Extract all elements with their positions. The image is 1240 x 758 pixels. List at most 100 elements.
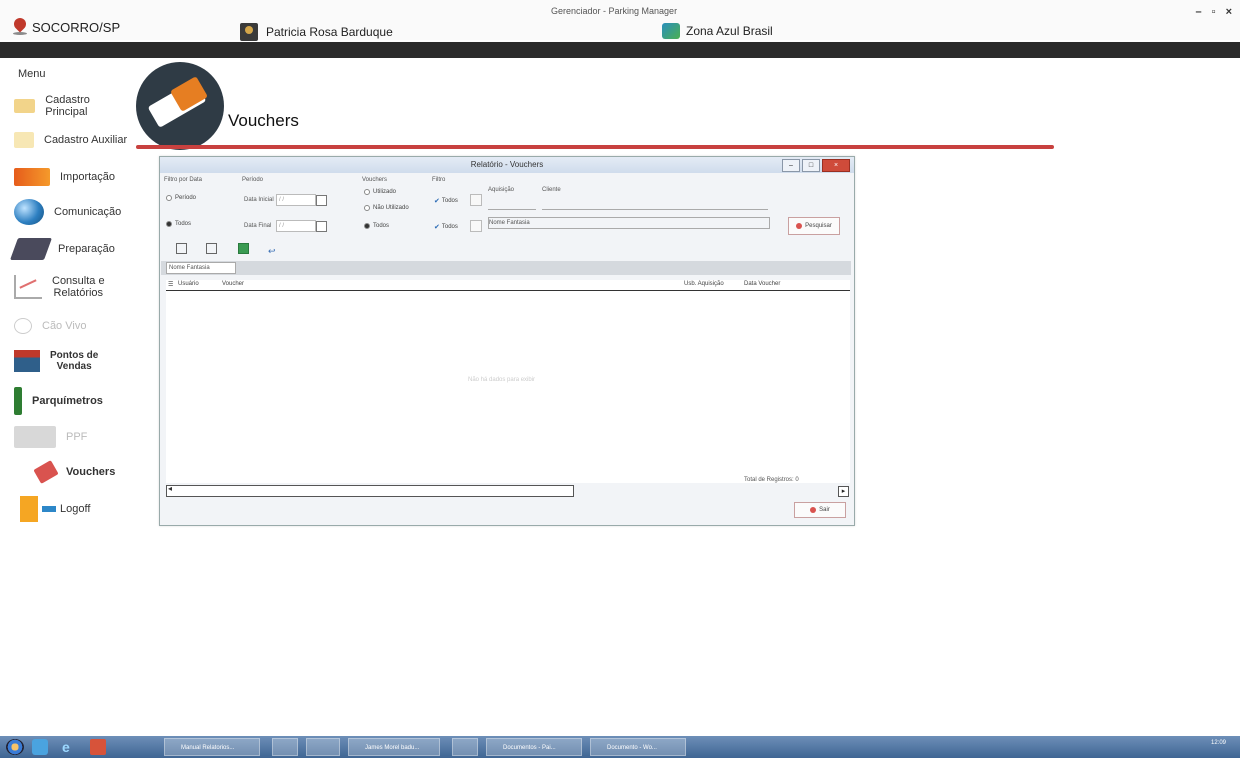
- cliente-label: Cliente: [542, 187, 561, 193]
- total-records: Total de Registros: 0: [744, 477, 799, 483]
- radio-todos-vouchers[interactable]: Todos: [364, 223, 389, 229]
- start-button[interactable]: [6, 739, 24, 755]
- radio-nao-utilizado[interactable]: Não Utilizado: [364, 205, 409, 211]
- taskbar-task[interactable]: Documento - Wo...: [590, 738, 686, 756]
- location-indicator: SOCORRO/SP: [12, 18, 120, 36]
- sidebar-item-cadastro-auxiliar[interactable]: Cadastro Auxiliar: [14, 132, 127, 148]
- sidebar-item-label: Cadastro Auxiliar: [44, 134, 128, 146]
- horizontal-scrollbar[interactable]: [166, 484, 574, 497]
- app-icon[interactable]: [90, 739, 106, 755]
- user-name: Patricia Rosa Barduque: [266, 25, 393, 39]
- filter-label: Filtro: [432, 177, 446, 183]
- search-icon: [796, 223, 803, 229]
- start-date-label: Data Inicial: [244, 197, 274, 203]
- sidebar-item-label: Importação: [60, 171, 116, 183]
- sidebar-item-importacao[interactable]: Importação: [14, 168, 115, 186]
- folder-icon: [14, 99, 36, 113]
- sidebar-item-parquimetros[interactable]: Parquímetros: [14, 387, 103, 415]
- user-indicator: Patricia Rosa Barduque: [240, 23, 393, 41]
- aquisicao-field[interactable]: [488, 199, 536, 210]
- print-icon[interactable]: [176, 243, 187, 254]
- browser-icon[interactable]: e: [62, 739, 76, 755]
- sair-button[interactable]: Sair: [794, 502, 846, 518]
- scroll-right-icon[interactable]: ▸: [838, 486, 849, 497]
- company-indicator: Zona Azul Brasil: [662, 23, 773, 39]
- pesquisar-label: Pesquisar: [805, 223, 832, 229]
- chart-icon: [14, 275, 42, 299]
- column-voucher[interactable]: Voucher: [222, 281, 244, 287]
- sidebar-menu: Menu Cadastro Principal Cadastro Auxilia…: [0, 60, 132, 540]
- taskbar-task[interactable]: Documentos - Pai...: [486, 738, 582, 756]
- excel-export-icon[interactable]: [238, 243, 249, 254]
- column-usb-aquisicao[interactable]: Usb. Aquisição: [684, 281, 724, 287]
- book-icon: [9, 238, 53, 260]
- folder-icon: [14, 132, 34, 148]
- location-label: SOCORRO/SP: [32, 19, 121, 35]
- map-pin-icon: [12, 18, 28, 36]
- radio-utilizado[interactable]: Utilizado: [364, 189, 396, 195]
- end-date-label: Data Final: [244, 223, 272, 229]
- start-calendar-icon[interactable]: [316, 195, 327, 206]
- column-data-voucher[interactable]: Data Voucher: [744, 281, 780, 287]
- sidebar-item-pontos-de-vendas[interactable]: Pontos de Vendas: [14, 350, 98, 372]
- eye-icon: [14, 318, 32, 334]
- page-title: Vouchers: [228, 111, 299, 130]
- sidebar-item-comunicacao[interactable]: Comunicação: [14, 199, 121, 225]
- pesquisar-button[interactable]: Pesquisar: [788, 217, 840, 235]
- dialog-close-button[interactable]: ×: [822, 159, 850, 172]
- checkbox-todos-cliente[interactable]: Todos: [434, 223, 458, 231]
- dialog-window-controls: – □ ×: [782, 159, 850, 172]
- maximize-button[interactable]: ▫: [1212, 6, 1216, 18]
- nome-fantasia-field[interactable]: Nome Fantasia: [488, 217, 770, 229]
- sidebar-item-label: Pontos de Vendas: [50, 350, 99, 372]
- dialog-titlebar: Relatório - Vouchers – □ ×: [160, 157, 854, 173]
- end-date-input[interactable]: / /: [276, 220, 316, 232]
- sidebar-item-cadastro-principal[interactable]: Cadastro Principal: [14, 94, 132, 118]
- grid-body: [166, 291, 850, 483]
- filter-cliente-button[interactable]: [470, 220, 482, 232]
- vouchers-label: Vouchers: [362, 177, 388, 183]
- grid-search-input[interactable]: Nome Fantasia: [166, 262, 236, 274]
- sidebar-item-ppf[interactable]: PPF: [14, 426, 87, 448]
- radio-periodo[interactable]: Período: [166, 195, 196, 201]
- sidebar-item-logoff[interactable]: Logoff: [20, 496, 90, 522]
- user-icon: [240, 23, 258, 41]
- checkbox-todos-aquisicao[interactable]: Todos: [434, 197, 458, 205]
- grid-header: ☰ Usuário Voucher Usb. Aquisição Data Vo…: [166, 280, 850, 291]
- taskbar-task[interactable]: James Morel badu...: [348, 738, 440, 756]
- period-label: Período: [242, 177, 264, 183]
- report-icon[interactable]: [206, 243, 217, 254]
- cliente-field[interactable]: [542, 199, 768, 210]
- logoff-icon: [20, 496, 56, 522]
- sidebar-item-label: Logoff: [60, 503, 91, 515]
- ticket-icon: [33, 460, 59, 484]
- taskbar-task[interactable]: [272, 738, 298, 756]
- filter-aquisicao-button[interactable]: [470, 194, 482, 206]
- sidebar-item-vouchers[interactable]: Vouchers: [33, 460, 115, 484]
- title-divider: [136, 145, 1054, 149]
- sidebar-item-cao-vivo[interactable]: Cão Vivo: [14, 318, 86, 334]
- minimize-button[interactable]: –: [1196, 6, 1202, 18]
- taskbar-clock[interactable]: 12:09: [1211, 740, 1226, 747]
- sidebar-item-preparacao[interactable]: Preparação: [9, 238, 115, 260]
- sidebar-item-consulta-relatorios[interactable]: Consulta e Relatórios: [14, 275, 105, 299]
- taskbar-task[interactable]: Manual Relatorios...: [164, 738, 260, 756]
- close-button[interactable]: ×: [1226, 6, 1232, 18]
- end-calendar-icon[interactable]: [316, 221, 327, 232]
- taskbar-task[interactable]: [452, 738, 478, 756]
- app-icon[interactable]: [32, 739, 48, 755]
- taskbar-task[interactable]: [306, 738, 340, 756]
- radio-todos-data[interactable]: Todos: [166, 221, 191, 227]
- empty-message: Não há dados para exibir: [468, 377, 536, 383]
- start-date-input[interactable]: / /: [276, 194, 316, 206]
- aquisicao-label: Aquisição: [488, 187, 515, 193]
- menu-title: Menu: [18, 68, 46, 80]
- sidebar-item-label: Comunicação: [54, 206, 122, 218]
- column-usuario[interactable]: Usuário: [178, 281, 199, 287]
- filter-date-label: Filtro por Data: [164, 177, 203, 183]
- report-dialog: Relatório - Vouchers – □ × Filtro por Da…: [159, 156, 855, 526]
- grid-menu-icon[interactable]: ☰: [168, 281, 173, 288]
- refresh-icon[interactable]: [268, 241, 277, 250]
- dialog-maximize-button[interactable]: □: [802, 159, 820, 172]
- dialog-minimize-button[interactable]: –: [782, 159, 800, 172]
